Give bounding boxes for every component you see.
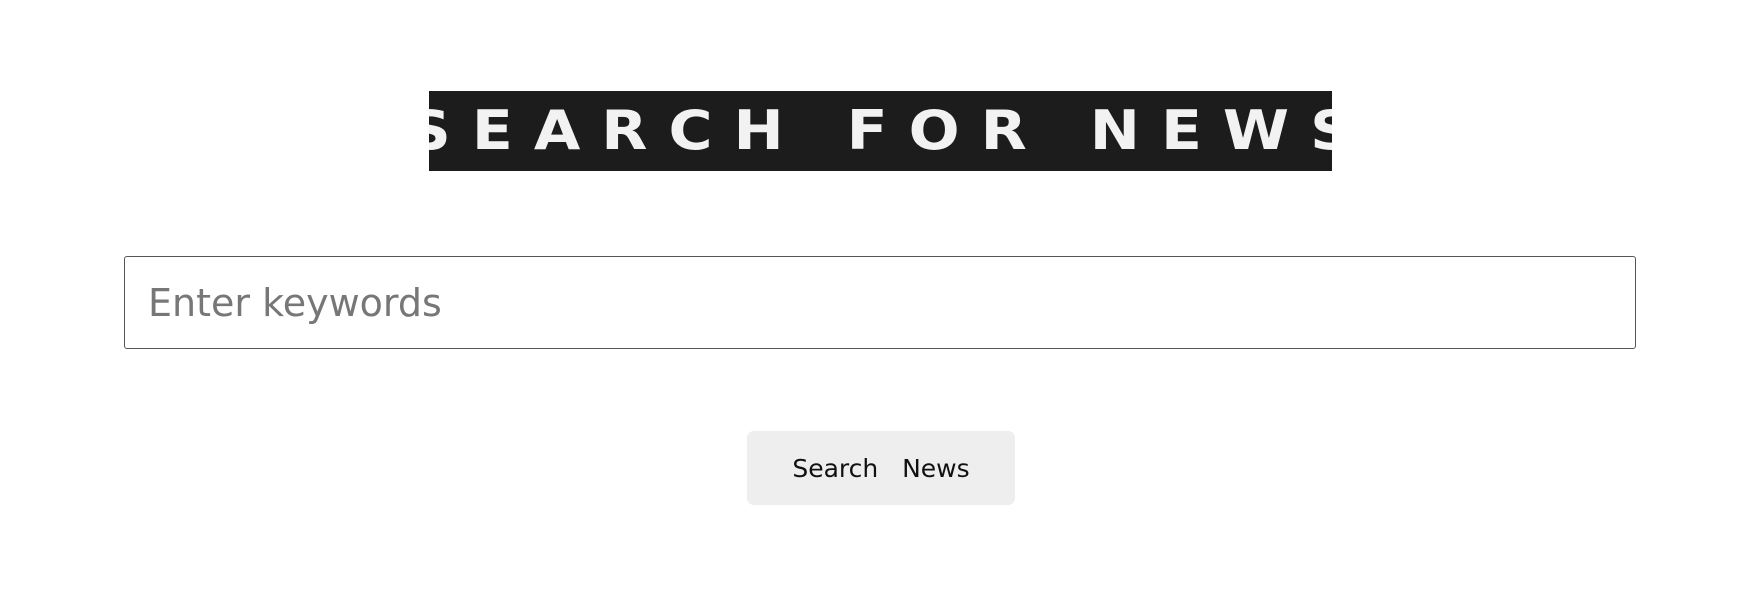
search-for-news-banner: SEARCH FOR NEWS: [429, 91, 1332, 171]
page: SEARCH FOR NEWS Search News: [0, 0, 1762, 598]
search-news-button[interactable]: Search News: [747, 431, 1015, 505]
banner-title: SEARCH FOR NEWS: [429, 99, 1332, 163]
keywords-search-input[interactable]: [124, 256, 1636, 349]
